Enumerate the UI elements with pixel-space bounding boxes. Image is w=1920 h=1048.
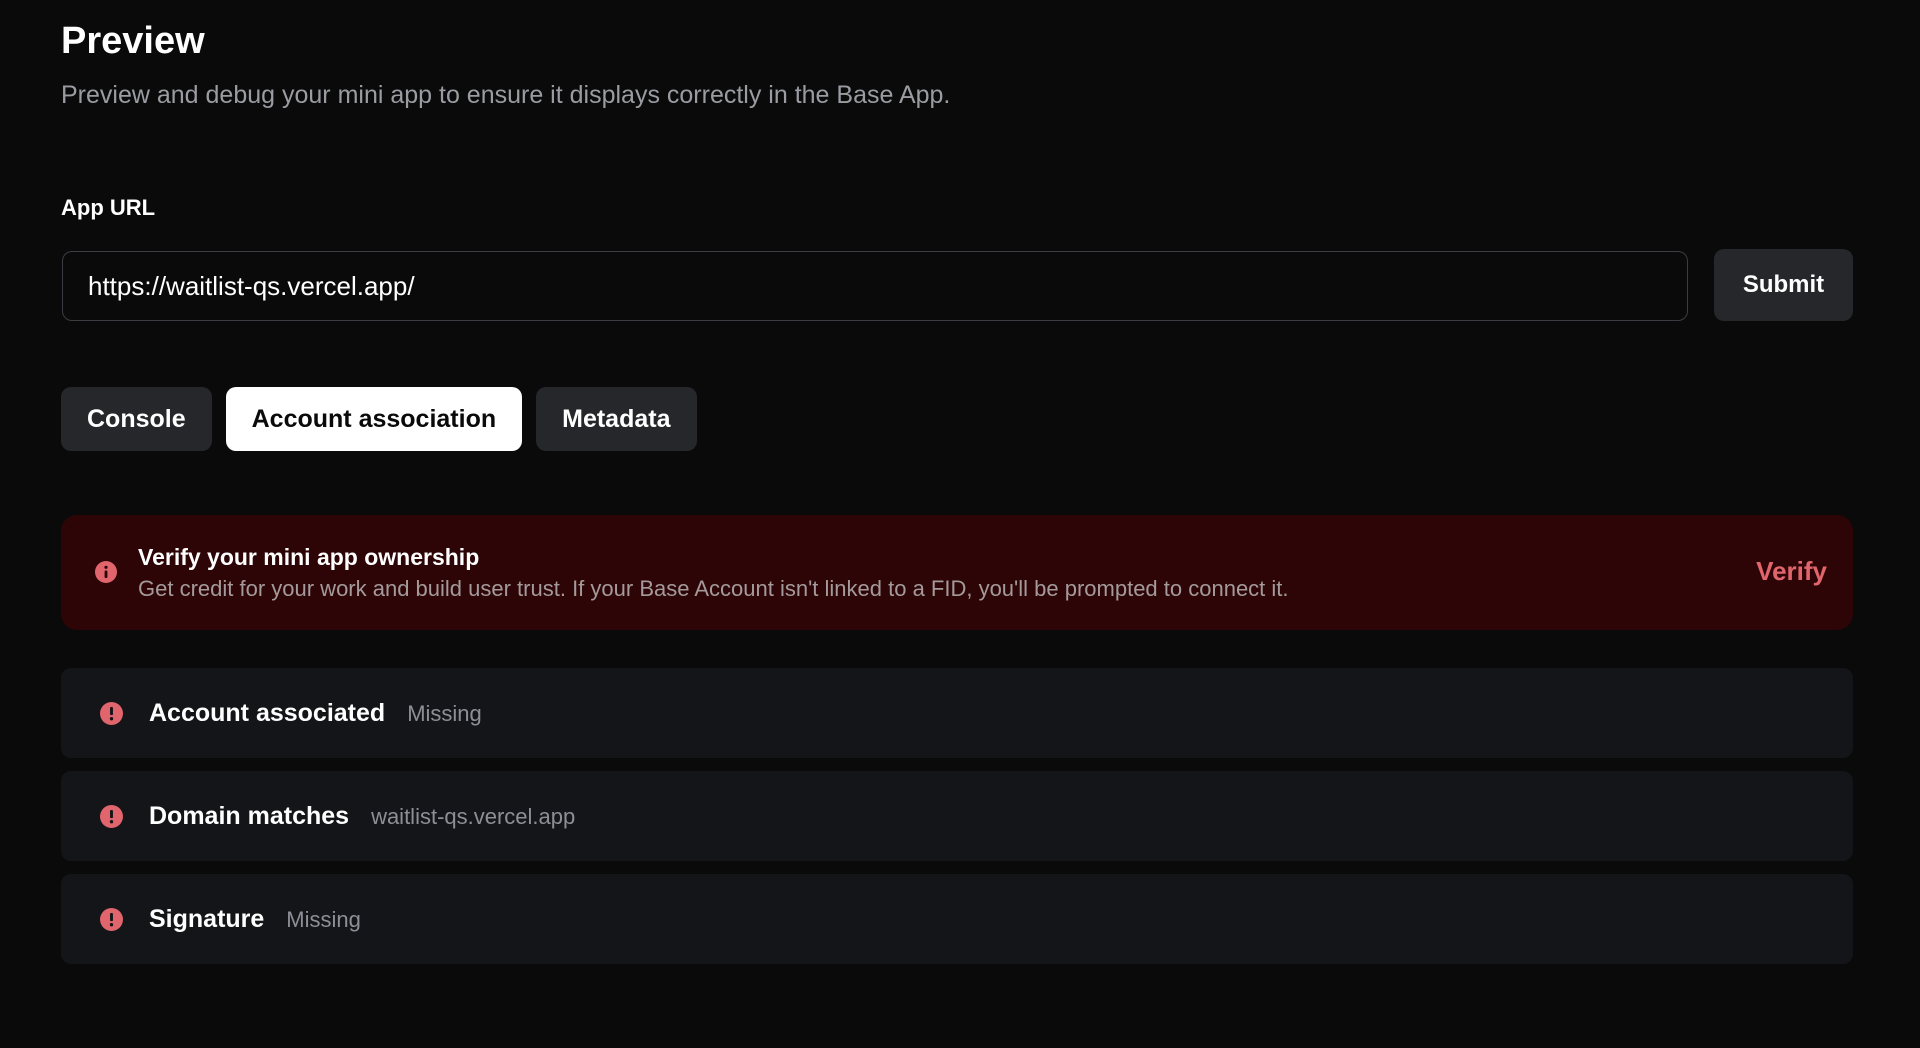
tab-metadata[interactable]: Metadata	[536, 387, 697, 451]
submit-button[interactable]: Submit	[1714, 249, 1853, 321]
check-label: Account associated	[149, 699, 386, 727]
page-subtitle: Preview and debug your mini app to ensur…	[61, 81, 951, 109]
check-row-account-associated: Account associated Missing	[61, 668, 1853, 758]
error-icon	[100, 702, 123, 725]
error-icon	[100, 805, 123, 828]
tab-bar: Console Account association Metadata	[61, 387, 697, 451]
check-row-domain-matches: Domain matches waitlist-qs.vercel.app	[61, 771, 1853, 861]
check-row-signature: Signature Missing	[61, 874, 1853, 964]
alert-description: Get credit for your work and build user …	[138, 576, 1289, 601]
page-title: Preview	[61, 20, 205, 62]
alert-title: Verify your mini app ownership	[138, 544, 480, 570]
app-url-input[interactable]	[62, 251, 1688, 321]
check-label: Signature	[149, 905, 265, 933]
check-value: waitlist-qs.vercel.app	[371, 804, 576, 829]
check-value: Missing	[407, 701, 482, 726]
info-icon	[95, 561, 117, 583]
check-label: Domain matches	[149, 802, 350, 830]
tab-account-association[interactable]: Account association	[225, 387, 523, 451]
tab-console[interactable]: Console	[61, 387, 212, 451]
error-icon	[100, 908, 123, 931]
verification-checks: Account associated Missing Domain matches…	[61, 668, 1853, 977]
app-url-label: App URL	[61, 195, 156, 220]
verify-button[interactable]: Verify	[1756, 554, 1827, 588]
check-value: Missing	[286, 907, 361, 932]
verify-ownership-alert: Verify your mini app ownership Get credi…	[61, 515, 1853, 630]
